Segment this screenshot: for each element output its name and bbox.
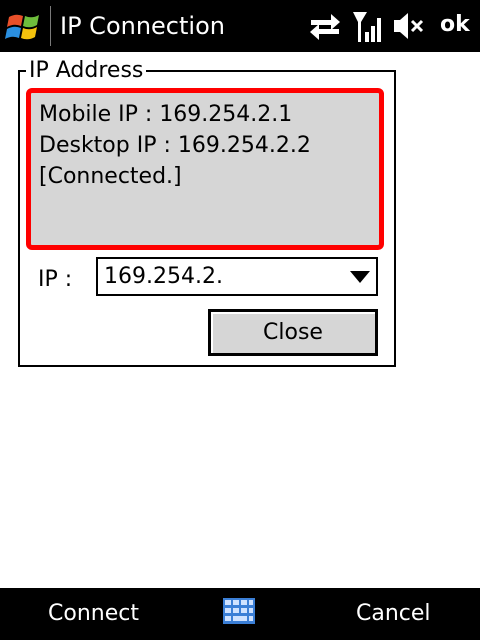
desktop-ip-line: Desktop IP : 169.254.2.2 [39,133,311,158]
signal-strength-icon[interactable] [352,10,382,44]
connection-status-line: [Connected.] [39,164,182,189]
ip-combobox[interactable]: 169.254.2. [96,257,378,296]
keyboard-icon[interactable] [223,598,255,624]
close-button[interactable]: Close [208,309,378,356]
ok-button[interactable]: ok [440,11,470,39]
group-legend: IP Address [26,58,147,84]
app-title: IP Connection [60,12,225,40]
sync-arrows-icon[interactable] [309,12,341,40]
ip-label: IP : [38,267,73,292]
ip-combobox-value: 169.254.2. [104,264,223,289]
title-separator [50,6,51,46]
windows-start-icon[interactable] [3,7,47,47]
softkey-bar: Connect Cancel [0,588,480,640]
cancel-softkey[interactable]: Cancel [356,600,431,628]
connect-softkey[interactable]: Connect [48,600,139,628]
volume-muted-icon[interactable] [393,11,425,41]
title-bar: IP Connection ok [0,0,480,52]
status-textbox[interactable]: Mobile IP : 169.254.2.1 Desktop IP : 169… [26,88,384,250]
mobile-ip-line: Mobile IP : 169.254.2.1 [39,102,293,127]
dropdown-arrow-icon[interactable] [350,271,370,283]
